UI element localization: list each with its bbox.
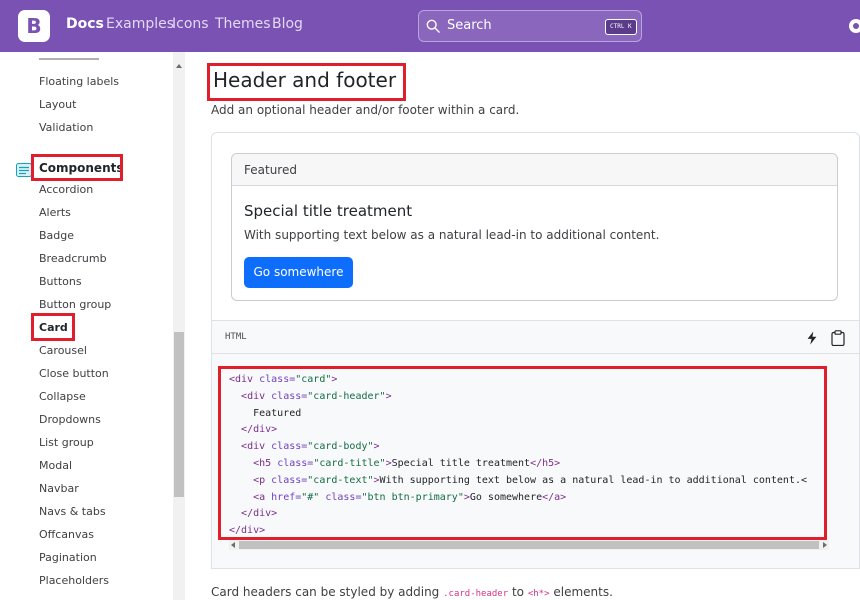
sidebar-item-close-button[interactable]: Close button: [39, 367, 109, 380]
scroll-right-arrow-icon[interactable]: [823, 542, 827, 548]
sidebar-item-offcanvas[interactable]: Offcanvas: [39, 528, 94, 541]
lightning-bolt-icon[interactable]: [805, 331, 819, 345]
footnote-text-part: to: [508, 585, 528, 599]
docs-sidebar: Floating labels Layout Validation Compon…: [0, 52, 186, 600]
sidebar-item-badge[interactable]: Badge: [39, 229, 74, 242]
search-input[interactable]: Search CTRL K: [418, 10, 642, 42]
example-card: Featured Special title treatment With su…: [231, 153, 838, 301]
github-icon[interactable]: [848, 18, 860, 34]
sidebar-item-alerts[interactable]: Alerts: [39, 206, 71, 219]
top-navbar: B Docs Examples Icons Themes Blog Search…: [0, 0, 860, 52]
search-icon: [426, 19, 440, 33]
sidebar-item-buttons[interactable]: Buttons: [39, 275, 82, 288]
card-header: Featured: [232, 154, 837, 186]
sidebar-item-button-group[interactable]: Button group: [39, 298, 111, 311]
code-toolbar: HTML: [211, 320, 860, 354]
sidebar-scrollbar[interactable]: [173, 52, 185, 600]
nav-link-themes[interactable]: Themes: [215, 16, 271, 32]
highlight-box-title: [207, 63, 406, 101]
bootstrap-logo[interactable]: B: [18, 10, 50, 42]
inline-code-heading: <h*>: [527, 589, 550, 599]
sidebar-item-navbar[interactable]: Navbar: [39, 482, 79, 495]
highlight-box-card: [31, 313, 75, 341]
search-shortcut-hint: CTRL K: [605, 19, 637, 35]
clipboard-icon[interactable]: [831, 330, 845, 346]
code-horizontal-scrollbar[interactable]: [229, 540, 829, 550]
inline-code-card-header: .card-header: [443, 589, 509, 599]
sidebar-item-carousel[interactable]: Carousel: [39, 344, 87, 357]
footnote-text-part: elements.: [549, 585, 613, 599]
footnote-text-part: Card headers can be styled by adding: [211, 585, 444, 599]
scroll-left-arrow-icon[interactable]: [231, 542, 235, 548]
highlight-box-code: [218, 366, 827, 540]
section-lead: Add an optional header and/or footer wit…: [211, 103, 520, 117]
highlight-box-components: [31, 154, 123, 181]
nav-link-examples[interactable]: Examples: [106, 16, 174, 32]
sidebar-item-pagination[interactable]: Pagination: [39, 551, 97, 564]
code-language-label: HTML: [225, 332, 247, 342]
components-icon: [16, 163, 32, 177]
footnote-text: Card headers can be styled by adding .ca…: [211, 585, 613, 599]
sidebar-item-breadcrumb[interactable]: Breadcrumb: [39, 252, 107, 265]
sidebar-item-floating-labels[interactable]: Floating labels: [39, 75, 119, 88]
sidebar-item-navs-tabs[interactable]: Navs & tabs: [39, 505, 106, 518]
sidebar-cutoff-item: [39, 58, 99, 60]
sidebar-item-dropdowns[interactable]: Dropdowns: [39, 413, 101, 426]
sidebar-scrollbar-thumb[interactable]: [174, 332, 184, 497]
sidebar-item-layout[interactable]: Layout: [39, 98, 76, 111]
sidebar-item-validation[interactable]: Validation: [39, 121, 93, 134]
sidebar-item-modal[interactable]: Modal: [39, 459, 72, 472]
nav-link-blog[interactable]: Blog: [272, 16, 303, 32]
scroll-up-arrow-icon[interactable]: [176, 64, 182, 68]
nav-link-docs[interactable]: Docs: [66, 16, 104, 32]
sidebar-item-collapse[interactable]: Collapse: [39, 390, 86, 403]
card-title: Special title treatment: [244, 202, 413, 220]
code-scrollbar-thumb[interactable]: [239, 541, 819, 549]
search-placeholder: Search: [447, 18, 492, 33]
sidebar-item-list-group[interactable]: List group: [39, 436, 94, 449]
sidebar-item-accordion[interactable]: Accordion: [39, 183, 93, 196]
sidebar-item-placeholders[interactable]: Placeholders: [39, 574, 109, 587]
go-somewhere-button[interactable]: Go somewhere: [244, 257, 353, 288]
nav-link-icons[interactable]: Icons: [172, 16, 209, 32]
card-text: With supporting text below as a natural …: [244, 228, 660, 242]
